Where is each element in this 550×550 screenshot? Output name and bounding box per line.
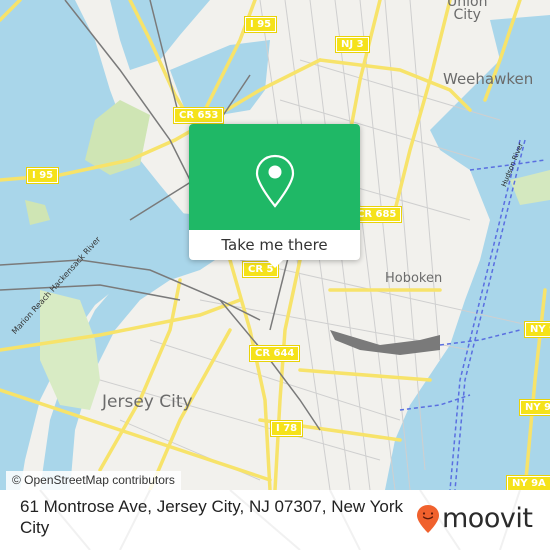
road-shield-nj3: NJ 3 [335,36,370,53]
road-shield-i78: I 78 [269,420,304,437]
location-pin-icon [255,154,295,208]
map-attribution[interactable]: © OpenStreetMap contributors [6,471,181,490]
road-shield-cr653: CR 653 [172,107,225,124]
road-shield-ny9a: NY 9A [506,475,550,490]
road-shield-ny9: NY 9 [523,321,550,338]
place-label-weehawken: Weehawken [443,70,534,88]
road-shield-i95: I 95 [25,167,60,184]
moovit-wordmark: moovit [442,503,533,534]
road-shield-i95: I 95 [243,16,278,33]
popup-header[interactable] [189,124,360,230]
take-me-there-button[interactable]: Take me there [189,230,360,260]
place-label-jersey-city: Jersey City [102,392,193,412]
moovit-logo[interactable]: moovit [416,503,533,534]
footer: 61 Montrose Ave, Jersey City, NJ 07307, … [0,490,550,550]
place-label-hoboken: Hoboken [385,271,443,286]
directions-popup[interactable]: Take me there [189,124,360,268]
address-text: 61 Montrose Ave, Jersey City, NJ 07307, … [20,497,404,537]
place-label-union-city: Union City [447,0,488,23]
road-shield-ny9a: NY 9A [519,399,550,416]
popup-pointer [267,260,283,268]
moovit-pin-smile-icon [417,505,439,533]
rail-yard [330,330,440,355]
road-shield-cr644: CR 644 [248,345,301,362]
